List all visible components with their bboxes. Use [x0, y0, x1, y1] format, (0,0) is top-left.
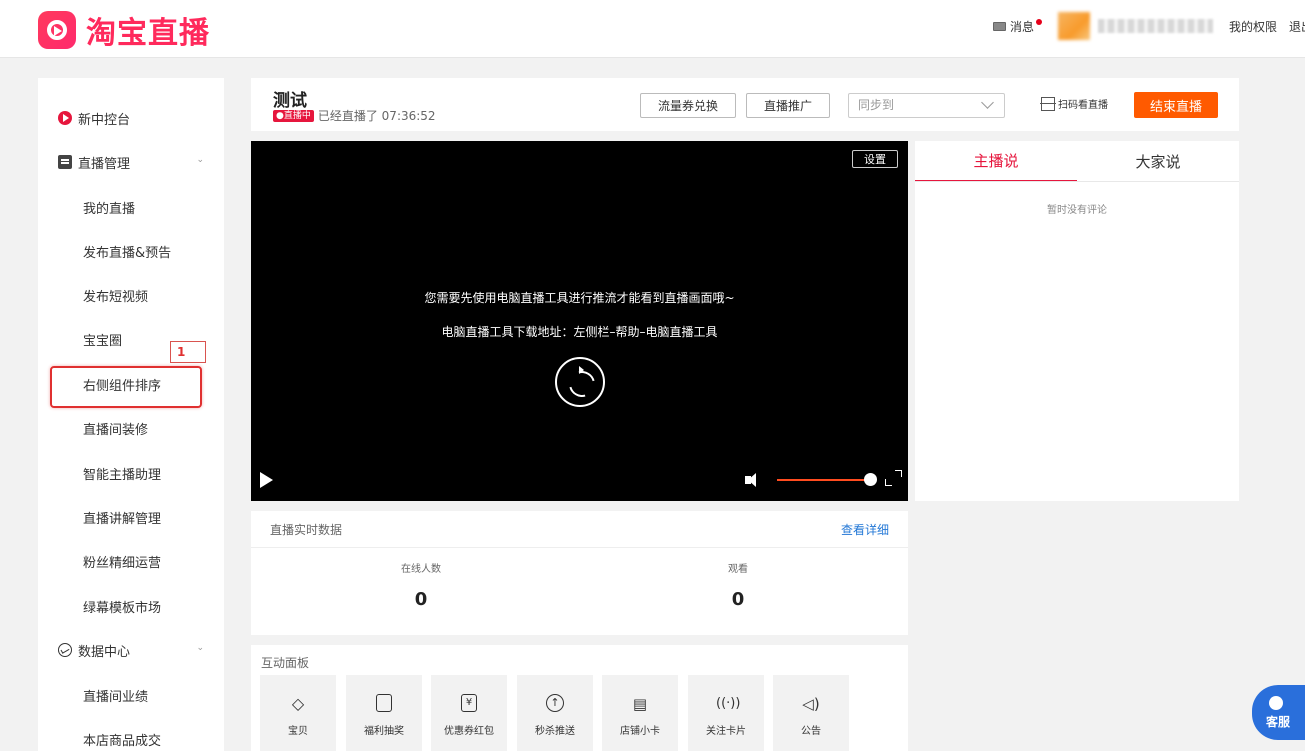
annotation-highlight-box	[50, 366, 202, 408]
views-label: 观看	[728, 564, 748, 575]
live-duration: 已经直播了 07:36:52	[317, 109, 436, 123]
scan-to-watch-button[interactable]: 扫码看直播	[1040, 96, 1108, 111]
annotation-number: 1	[170, 341, 206, 363]
online-count-label: 在线人数	[401, 564, 441, 575]
tile-label: 公告	[801, 726, 821, 737]
tag-icon: ◇	[291, 694, 305, 713]
realtime-data-panel: 直播实时数据 查看详细 在线人数 0 观看 0	[251, 511, 908, 635]
tile-announcement[interactable]: ◁) 公告	[773, 675, 849, 751]
sidebar-item-console[interactable]: 新中控台	[38, 107, 224, 129]
scan-icon	[1040, 96, 1056, 111]
sidebar-item-label: 新中控台	[78, 112, 131, 128]
tile-label: 宝贝	[288, 726, 308, 737]
permissions-link[interactable]: 我的权限	[1229, 18, 1277, 35]
live-promote-button[interactable]: 直播推广	[746, 93, 830, 118]
headset-icon	[1269, 696, 1283, 710]
tile-label: 优惠券红包	[444, 726, 494, 737]
sidebar-item-my-live[interactable]: 我的直播	[38, 196, 224, 218]
coupon-icon: ¥	[461, 694, 477, 712]
sidebar-group-live-management[interactable]: 直播管理 ⌄	[38, 151, 224, 173]
sync-to-select[interactable]: 同步到	[848, 93, 1005, 118]
top-header: 淘宝直播 消息 我的权限 退出	[0, 0, 1305, 58]
no-comments-text: 暂时没有评论	[1047, 205, 1107, 216]
logout-link[interactable]: 退出	[1289, 18, 1305, 35]
logo-icon	[38, 11, 76, 49]
broadcast-icon: ((·))	[716, 696, 741, 711]
sidebar-item-room-decoration[interactable]: 直播间装修	[38, 417, 224, 439]
sidebar-item-publish-video[interactable]: 发布短视频	[38, 284, 224, 306]
play-icon[interactable]	[260, 472, 273, 488]
sidebar-item-smart-assistant[interactable]: 智能主播助理	[38, 462, 224, 484]
sidebar-item-greenscreen-market[interactable]: 绿幕模板市场	[38, 595, 224, 617]
fullscreen-icon[interactable]	[883, 469, 903, 489]
tile-product[interactable]: ◇ 宝贝	[260, 675, 336, 751]
unread-dot	[1035, 19, 1042, 25]
store-icon: ▤	[632, 695, 648, 713]
chevron-down-icon: ⌄	[196, 155, 204, 165]
end-live-button[interactable]: 结束直播	[1134, 92, 1218, 118]
views-value: 0	[731, 589, 745, 610]
tool-download-hint: 电脑直播工具下载地址：左侧栏–帮助–电脑直播工具	[441, 325, 718, 339]
live-status: ●直播中 已经直播了 07:36:52	[273, 107, 436, 124]
tile-label: 店铺小卡	[620, 726, 660, 737]
live-badge: ●直播中	[273, 109, 314, 122]
scan-label: 扫码看直播	[1058, 100, 1108, 111]
settings-button[interactable]: 设置	[852, 150, 898, 168]
messages-link[interactable]: 消息	[992, 18, 1042, 35]
volume-slider-handle[interactable]	[864, 473, 877, 486]
sidebar-item-store-sales[interactable]: 本店商品成交	[38, 728, 224, 750]
live-info-bar: 测试 ●直播中 已经直播了 07:36:52 流量券兑换 直播推广 同步到 扫码…	[251, 78, 1239, 131]
sidebar-item-explain-management[interactable]: 直播讲解管理	[38, 506, 224, 528]
tile-store-card[interactable]: ▤ 店铺小卡	[602, 675, 678, 751]
interaction-title: 互动面板	[261, 656, 310, 670]
refresh-icon[interactable]	[555, 357, 605, 407]
tile-label: 关注卡片	[706, 726, 746, 737]
avatar[interactable]	[1057, 12, 1090, 40]
username-blurred	[1097, 19, 1213, 33]
gift-box-icon	[376, 694, 392, 712]
messages-label: 消息	[1009, 19, 1034, 34]
mail-icon	[992, 21, 1006, 31]
volume-slider[interactable]	[777, 479, 869, 481]
tile-label: 福利抽奖	[364, 726, 404, 737]
taobao-live-logo[interactable]: 淘宝直播	[38, 8, 210, 52]
live-console-icon	[58, 111, 72, 125]
sync-to-placeholder: 同步到	[858, 98, 895, 112]
speaker-icon: ◁)	[802, 695, 820, 713]
sidebar-item-publish-live[interactable]: 发布直播&预告	[38, 240, 224, 262]
chevron-down-icon: ⌄	[196, 643, 204, 653]
customer-service-label: 客服	[1266, 715, 1291, 729]
tile-label: 秒杀推送	[535, 726, 575, 737]
traffic-coupon-button[interactable]: 流量券兑换	[640, 93, 736, 118]
tile-flash-sale[interactable]: ↑ 秒杀推送	[517, 675, 593, 751]
arrow-up-icon: ↑	[546, 694, 564, 712]
interaction-panel: 互动面板 ◇ 宝贝 福利抽奖 ¥ 优惠券红包 ↑ 秒杀推送 ▤ 店铺小卡 ((·…	[251, 645, 908, 751]
sidebar-item-fan-operations[interactable]: 粉丝精细运营	[38, 550, 224, 572]
video-player[interactable]: 设置 您需要先使用电脑直播工具进行推流才能看到直播画面哦~ 电脑直播工具下载地址…	[251, 141, 908, 501]
sidebar-item-label: 数据中心	[78, 644, 131, 660]
tile-lottery[interactable]: 福利抽奖	[346, 675, 422, 751]
comments-panel: 主播说 大家说 暂时没有评论	[915, 141, 1239, 501]
stream-hint: 您需要先使用电脑直播工具进行推流才能看到直播画面哦~	[424, 291, 735, 305]
divider	[251, 547, 908, 548]
sidebar-item-label: 直播管理	[78, 156, 131, 172]
chevron-down-icon	[981, 96, 994, 109]
logo-text: 淘宝直播	[86, 16, 210, 51]
customer-service-button[interactable]: 客服	[1252, 685, 1305, 740]
realtime-title: 直播实时数据	[270, 523, 343, 537]
live-management-icon	[58, 155, 72, 169]
tab-divider	[915, 181, 1239, 182]
tab-host-says[interactable]: 主播说	[915, 141, 1077, 181]
sidebar: 新中控台 直播管理 ⌄ 我的直播 发布直播&预告 发布短视频 宝宝圈 右侧组件排…	[38, 78, 224, 751]
online-count-value: 0	[414, 589, 428, 610]
view-details-link[interactable]: 查看详细	[841, 521, 889, 538]
header-actions: 消息 我的权限 退出	[992, 12, 1305, 40]
tile-coupon[interactable]: ¥ 优惠券红包	[431, 675, 507, 751]
sidebar-item-room-performance[interactable]: 直播间业绩	[38, 684, 224, 706]
tile-follow-card[interactable]: ((·)) 关注卡片	[688, 675, 764, 751]
volume-icon[interactable]	[745, 472, 765, 488]
data-center-icon	[58, 643, 72, 657]
tab-everyone-says[interactable]: 大家说	[1077, 141, 1239, 181]
sidebar-group-data-center[interactable]: 数据中心 ⌄	[38, 639, 224, 661]
